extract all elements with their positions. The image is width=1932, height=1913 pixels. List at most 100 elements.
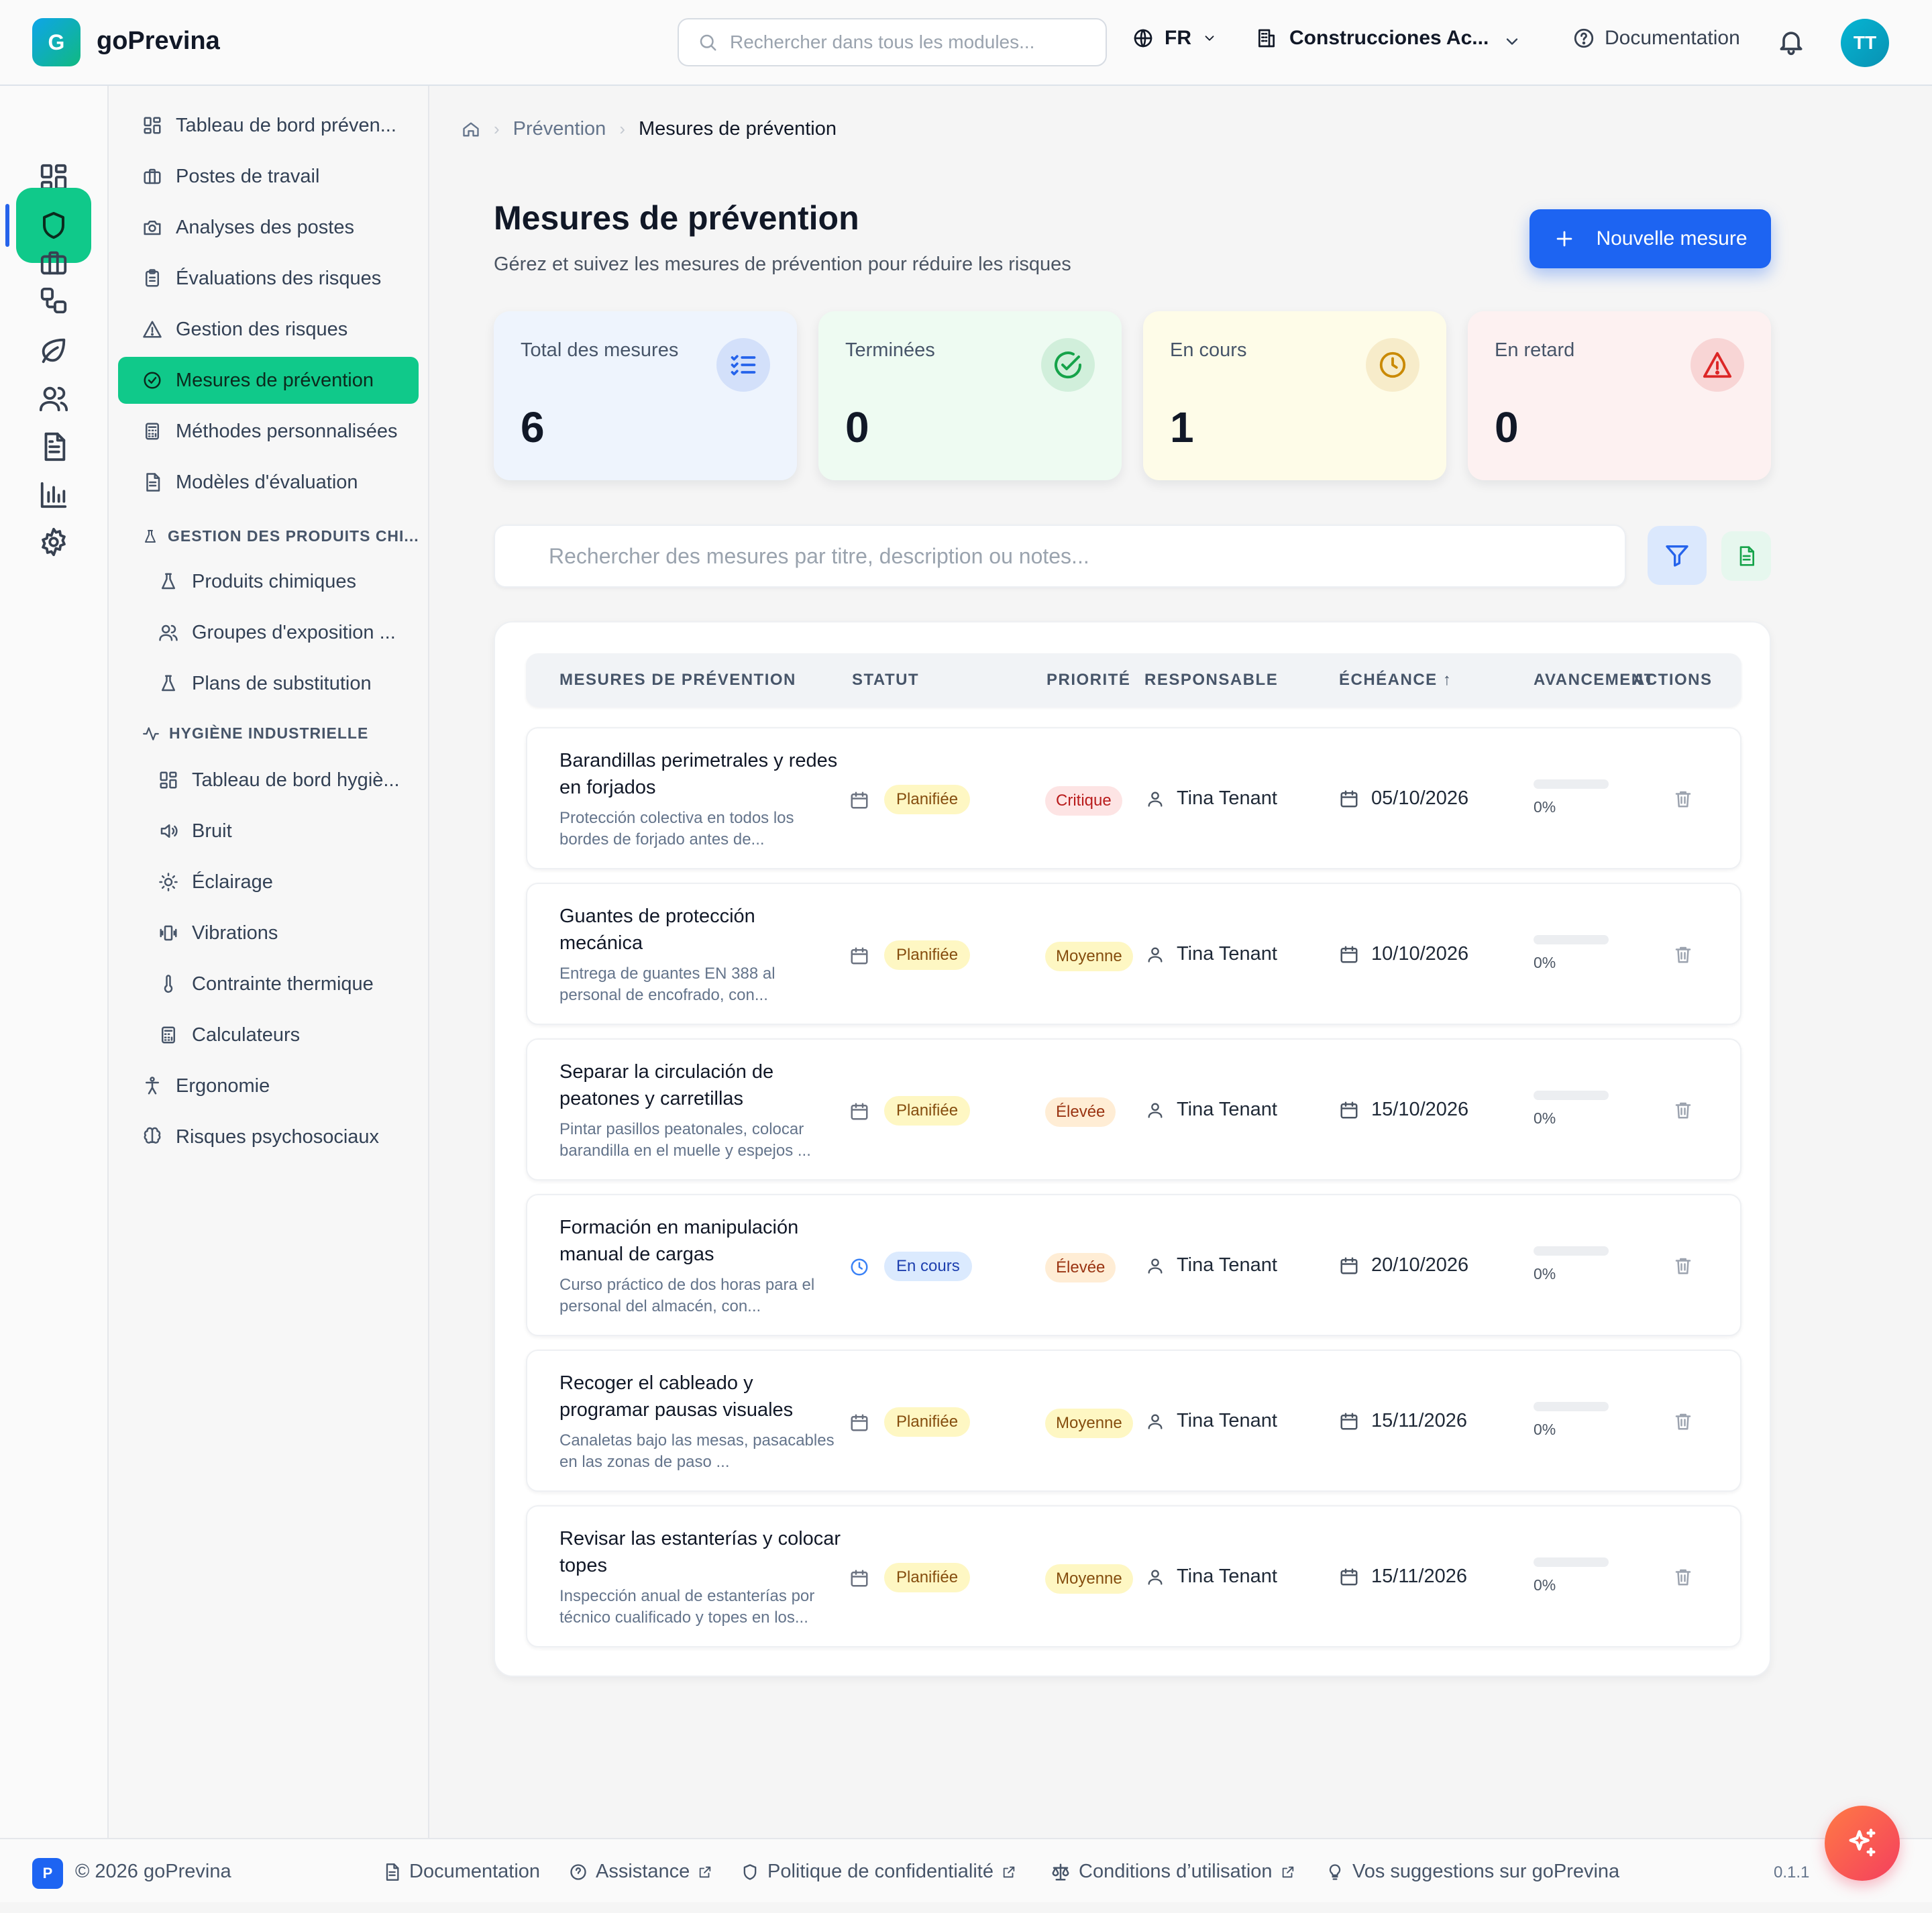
measure-title[interactable]: Revisar las estanterías y colocar topes xyxy=(559,1525,841,1579)
sidebar-item-exposure-groups[interactable]: Groupes d'exposition ... xyxy=(118,609,419,656)
footer-link-label: Documentation xyxy=(409,1861,541,1882)
global-search-input[interactable]: Rechercher dans tous les modules... xyxy=(678,18,1107,66)
sidebar-item-prevention-dashboard[interactable]: Tableau de bord préven... xyxy=(118,102,419,149)
measure-title[interactable]: Guantes de protección mecánica xyxy=(559,903,841,956)
table-row[interactable]: Revisar las estanterías y colocar topes … xyxy=(526,1505,1741,1647)
file-text-icon xyxy=(146,473,160,492)
dashboard-icon xyxy=(160,771,177,789)
new-measure-button[interactable]: Nouvelle mesure xyxy=(1529,209,1771,268)
breadcrumb-prevention[interactable]: Prévention xyxy=(513,118,606,140)
delete-button[interactable] xyxy=(1673,1411,1693,1431)
due-date: 20/10/2026 xyxy=(1339,1254,1468,1276)
language-switcher[interactable]: FR xyxy=(1132,27,1217,50)
footer-link-terms[interactable]: Conditions d’utilisation xyxy=(1051,1861,1295,1883)
table-row[interactable]: Guantes de protección mecánica Entrega d… xyxy=(526,883,1741,1025)
progress-label: 0% xyxy=(1534,1421,1556,1438)
clock-icon xyxy=(851,1258,868,1276)
column-header-priority[interactable]: PRIORITÉ xyxy=(1046,671,1130,690)
footer-link-suggestions[interactable]: Vos suggestions sur goPrevina xyxy=(1326,1861,1619,1883)
sidebar-item-hygiene-dashboard[interactable]: Tableau de bord hygiè... xyxy=(118,757,419,804)
user-avatar[interactable]: TT xyxy=(1841,19,1889,67)
documentation-link[interactable]: Documentation xyxy=(1572,27,1740,50)
bell-icon[interactable] xyxy=(1776,27,1806,56)
status-icon xyxy=(849,1101,869,1122)
progress-label: 0% xyxy=(1534,1265,1556,1282)
vibrate-icon xyxy=(160,925,177,941)
calculator-icon xyxy=(146,423,159,440)
global-search-placeholder: Rechercher dans tous les modules... xyxy=(730,32,1035,52)
sidebar-section-hygiene[interactable]: HYGIÈNE INDUSTRIELLE xyxy=(142,724,368,743)
ai-assistant-button[interactable] xyxy=(1825,1806,1900,1881)
activity-icon xyxy=(143,726,159,741)
measure-title[interactable]: Separar la circulación de peatones y car… xyxy=(559,1058,841,1112)
app-name[interactable]: goPrevina xyxy=(97,27,220,56)
stat-card-total: Total des mesures 6 xyxy=(494,311,797,480)
delete-button[interactable] xyxy=(1673,1256,1693,1276)
sidebar-item-custom-methods[interactable]: Méthodes personnalisées xyxy=(118,408,419,455)
sidebar-item-risk-assessments[interactable]: Évaluations des risques xyxy=(118,255,419,302)
table-row[interactable]: Separar la circulación de peatones y car… xyxy=(526,1038,1741,1181)
sidebar-item-ergonomics[interactable]: Ergonomie xyxy=(118,1062,419,1109)
table-row[interactable]: Barandillas perimetrales y redes en forj… xyxy=(526,727,1741,869)
user-icon xyxy=(1148,791,1163,807)
rail-active-indicator xyxy=(5,204,9,247)
stat-label: Terminées xyxy=(845,339,935,361)
measure-description: Canaletas bajo las mesas, pasacables en … xyxy=(559,1431,835,1471)
footer-link-privacy[interactable]: Politique de confidentialité xyxy=(741,1861,1016,1883)
sidebar-item-label: Groupes d'exposition ... xyxy=(192,621,396,643)
trash-icon xyxy=(1675,1102,1691,1119)
measure-title[interactable]: Formación en manipulación manual de carg… xyxy=(559,1214,841,1268)
owner: Tina Tenant xyxy=(1146,1254,1277,1276)
company-switcher[interactable]: Construcciones Ac... xyxy=(1256,27,1489,50)
sidebar-item-workstation-analyses[interactable]: Analyses des postes xyxy=(118,204,419,251)
help-circle-icon xyxy=(1574,28,1594,48)
sidebar-item-vibrations[interactable]: Vibrations xyxy=(118,910,419,956)
sidebar-item-chemical-products[interactable]: Produits chimiques xyxy=(118,558,419,605)
sidebar-item-psychosocial-risks[interactable]: Risques psychosociaux xyxy=(118,1113,419,1160)
stat-card-in-progress: En cours 1 xyxy=(1143,311,1446,480)
sidebar-item-thermal-stress[interactable]: Contrainte thermique xyxy=(118,961,419,1007)
sidebar-item-lighting[interactable]: Éclairage xyxy=(118,859,419,906)
filter-button[interactable] xyxy=(1648,526,1707,585)
status-badge: Planifiée xyxy=(884,1407,971,1437)
column-header-due[interactable]: ÉCHÉANCE ↑ xyxy=(1339,671,1452,690)
sidebar-section-chemicals[interactable]: GESTION DES PRODUITS CHI... xyxy=(142,527,419,545)
export-button[interactable] xyxy=(1721,531,1771,581)
stat-icon-wrap xyxy=(1041,338,1095,392)
due-date: 10/10/2026 xyxy=(1339,943,1468,965)
thermometer-icon xyxy=(164,975,173,993)
column-header-status[interactable]: STATUT xyxy=(852,671,919,690)
sidebar-item-prevention-measures[interactable]: Mesures de prévention xyxy=(118,357,419,404)
measure-search-input[interactable]: Rechercher des mesures par titre, descri… xyxy=(494,525,1626,588)
sidebar-item-substitution-plans[interactable]: Plans de substitution xyxy=(118,660,419,707)
delete-button[interactable] xyxy=(1673,1100,1693,1120)
app-logo[interactable]: G xyxy=(32,18,80,66)
column-header-measure[interactable]: MESURES DE PRÉVENTION xyxy=(559,671,796,690)
chevron-down-icon[interactable] xyxy=(1503,32,1521,51)
delete-button[interactable] xyxy=(1673,1567,1693,1587)
measure-title[interactable]: Barandillas perimetrales y redes en forj… xyxy=(559,747,841,801)
table-row[interactable]: Recoger el cableado y programar pausas v… xyxy=(526,1350,1741,1492)
delete-button[interactable] xyxy=(1673,789,1693,809)
table-row[interactable]: Formación en manipulación manual de carg… xyxy=(526,1194,1741,1336)
footer-link-documentation[interactable]: Documentation xyxy=(382,1861,540,1883)
progress-bar xyxy=(1534,1402,1609,1411)
status-icon xyxy=(849,790,869,810)
rail-settings[interactable] xyxy=(16,504,91,580)
sidebar-item-assessment-templates[interactable]: Modèles d'évaluation xyxy=(118,459,419,506)
measure-title[interactable]: Recoger el cableado y programar pausas v… xyxy=(559,1370,841,1423)
language-label: FR xyxy=(1165,27,1191,49)
owner: Tina Tenant xyxy=(1146,1410,1277,1432)
sidebar-item-calculators[interactable]: Calculateurs xyxy=(118,1012,419,1058)
delete-button[interactable] xyxy=(1673,944,1693,965)
stat-card-overdue: En retard 0 xyxy=(1468,311,1771,480)
trash-icon xyxy=(1675,1258,1691,1274)
sidebar-item-risk-management[interactable]: Gestion des risques xyxy=(118,306,419,353)
column-header-owner[interactable]: RESPONSABLE xyxy=(1144,671,1278,690)
sidebar-item-noise[interactable]: Bruit xyxy=(118,808,419,855)
sidebar-item-workstations[interactable]: Postes de travail xyxy=(118,153,419,200)
footer-link-assistance[interactable]: Assistance xyxy=(569,1861,712,1883)
status-badge: Planifiée xyxy=(884,940,971,970)
home-icon[interactable] xyxy=(462,120,480,139)
trash-icon xyxy=(1675,1413,1691,1430)
